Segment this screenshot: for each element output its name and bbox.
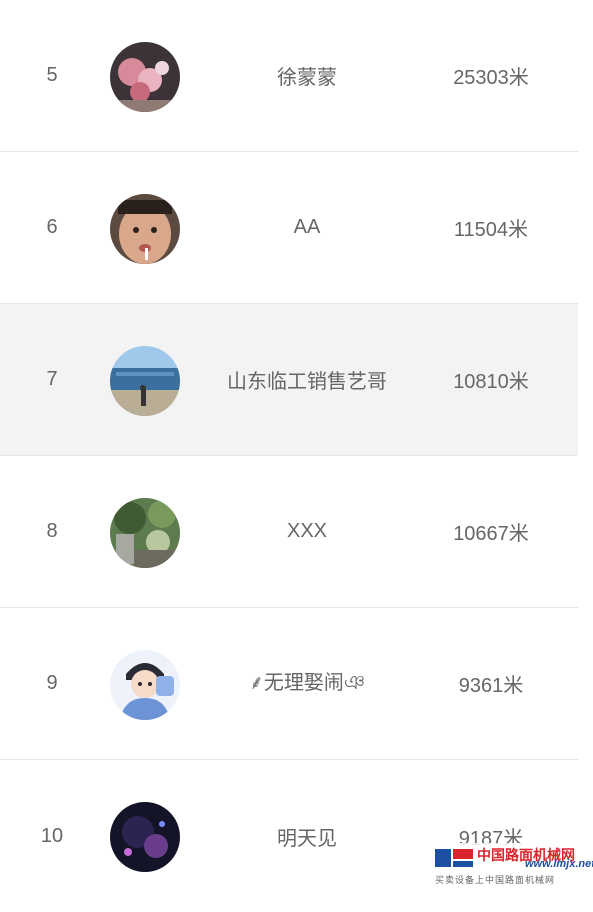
avatar[interactable] (110, 42, 180, 112)
rank-number: 8 (46, 520, 58, 542)
rank-number: 10 (40, 824, 64, 847)
leaderboard-list: 5 徐蒙蒙 25303米 6 AA 11504米 7 山东临工销售艺哥 1081… (0, 0, 578, 912)
avatar[interactable] (110, 650, 180, 720)
avatar[interactable] (110, 802, 180, 872)
user-name: AA (293, 216, 321, 238)
user-name: 明天见 (277, 827, 337, 850)
watermark-url: www.lmjx.net (525, 858, 593, 870)
user-name: ⸙无理娶闹ঞ (248, 672, 366, 694)
rank-number: 6 (46, 216, 58, 238)
distance-value: 9361米 (458, 675, 524, 697)
watermark-subtitle: 买卖设备上中国路面机械网 (435, 875, 556, 885)
rank-number: 7 (46, 368, 58, 390)
leaderboard-row[interactable]: 10 明天见 9187米 (0, 760, 578, 912)
rank-number: 9 (46, 672, 58, 694)
site-logo-icon (435, 849, 473, 867)
distance-value: 9187米 (458, 827, 524, 850)
distance-value: 10667米 (453, 523, 529, 545)
distance-value: 11504米 (453, 219, 529, 241)
avatar[interactable] (110, 346, 180, 416)
site-watermark: 中国路面机械网 www.lmjx.net 买卖设备上中国路面机械网 (435, 843, 593, 887)
avatar[interactable] (110, 194, 180, 264)
leaderboard-row[interactable]: 9 ⸙无理娶闹ঞ 9361米 (0, 608, 578, 760)
leaderboard-row[interactable]: 6 AA 11504米 (0, 152, 578, 304)
distance-value: 25303米 (453, 67, 529, 89)
user-name: 徐蒙蒙 (277, 67, 337, 89)
leaderboard-row[interactable]: 5 徐蒙蒙 25303米 (0, 0, 578, 152)
rank-number: 5 (46, 64, 58, 86)
distance-value: 10810米 (453, 371, 529, 393)
leaderboard-row[interactable]: 8 XXX 10667米 (0, 456, 578, 608)
user-name: XXX (286, 520, 328, 542)
avatar[interactable] (110, 498, 180, 568)
leaderboard-row-current-user[interactable]: 7 山东临工销售艺哥 10810米 (0, 304, 578, 456)
user-name: 山东临工销售艺哥 (227, 371, 387, 393)
